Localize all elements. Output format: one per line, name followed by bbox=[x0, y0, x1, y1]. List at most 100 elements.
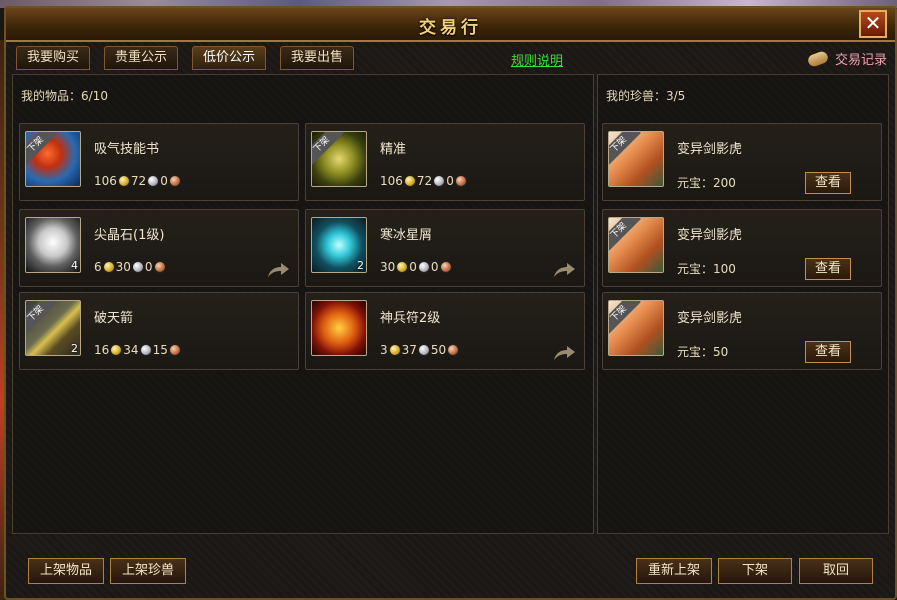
scroll-icon bbox=[805, 48, 831, 68]
arrow-icon: 下架 2 bbox=[25, 300, 81, 356]
item-card[interactable]: 4 尖晶石(1级) 6 30 0 bbox=[19, 209, 299, 287]
gold-coin-icon bbox=[403, 175, 416, 187]
tiger-pet-icon: 下架 bbox=[608, 131, 664, 187]
pet-name: 变异剑影虎 bbox=[677, 228, 743, 243]
pet-price: 元宝：50 bbox=[677, 345, 729, 359]
item-card[interactable]: 2 寒冰星屑 30 0 0 bbox=[305, 209, 585, 287]
pets-panel: 我的珍兽：3/5 下架 变异剑影虎 元宝：200 查看 下架 变异剑影虎 元宝：… bbox=[597, 74, 889, 534]
list-pet-button[interactable]: 上架珍兽 bbox=[110, 558, 186, 584]
copper-coin-icon bbox=[454, 175, 467, 187]
item-count: 2 bbox=[71, 342, 78, 355]
silver-coin-icon bbox=[417, 261, 430, 273]
gold-coin-icon bbox=[110, 344, 123, 356]
gold-coin-icon bbox=[388, 344, 401, 356]
pet-card[interactable]: 下架 变异剑影虎 元宝：200 查看 bbox=[602, 123, 882, 201]
pet-card[interactable]: 下架 变异剑影虎 元宝：100 查看 bbox=[602, 209, 882, 287]
gold-amount: 30 bbox=[380, 260, 396, 274]
delist-badge: 下架 bbox=[609, 132, 641, 167]
pet-price: 元宝：200 bbox=[677, 176, 736, 190]
silver-coin-icon bbox=[433, 175, 446, 187]
skill-book-icon: 下架 bbox=[25, 131, 81, 187]
gold-amount: 106 bbox=[94, 174, 117, 188]
copper-coin-icon bbox=[153, 261, 166, 273]
share-arrow-icon[interactable] bbox=[552, 345, 576, 361]
item-count: 4 bbox=[71, 259, 78, 272]
silver-amount: 30 bbox=[115, 260, 131, 274]
delist-badge: 下架 bbox=[26, 301, 58, 336]
view-pet-button[interactable]: 查看 bbox=[805, 172, 851, 194]
silver-amount: 34 bbox=[123, 343, 139, 357]
gold-coin-icon bbox=[117, 175, 130, 187]
delist-badge: 下架 bbox=[609, 301, 641, 336]
rules-link[interactable]: 规则说明 bbox=[511, 50, 563, 69]
item-price: 30 0 0 bbox=[380, 260, 453, 274]
tab-buy[interactable]: 我要购买 bbox=[16, 46, 91, 70]
dragon-talisman-icon bbox=[311, 300, 367, 356]
delist-badge: 下架 bbox=[312, 132, 344, 167]
item-name: 精准 bbox=[380, 142, 407, 157]
view-pet-button[interactable]: 查看 bbox=[805, 341, 851, 363]
gold-amount: 6 bbox=[94, 260, 102, 274]
silver-amount: 72 bbox=[416, 174, 433, 188]
copper-amount: 0 bbox=[144, 260, 153, 274]
trade-log-button[interactable]: 交易记录 bbox=[805, 46, 887, 70]
gold-amount: 3 bbox=[380, 343, 388, 357]
item-price: 3 37 50 bbox=[380, 343, 460, 357]
copper-amount: 15 bbox=[152, 343, 168, 357]
copper-amount: 0 bbox=[430, 260, 439, 274]
copper-coin-icon bbox=[168, 175, 181, 187]
trade-window: 交易行 ✕ 我要购买 贵重公示 低价公示 我要出售 规则说明 交易记录 我的物品… bbox=[4, 6, 897, 600]
tab-sell[interactable]: 我要出售 bbox=[280, 46, 355, 70]
list-item-button[interactable]: 上架物品 bbox=[28, 558, 104, 584]
pet-card[interactable]: 下架 变异剑影虎 元宝：50 查看 bbox=[602, 292, 882, 370]
copper-coin-icon bbox=[447, 344, 460, 356]
title-bar: 交易行 ✕ bbox=[6, 8, 895, 42]
item-name: 神兵符2级 bbox=[380, 311, 441, 326]
item-name: 尖晶石(1级) bbox=[94, 228, 165, 243]
gold-coin-icon bbox=[396, 261, 409, 273]
item-count: 2 bbox=[357, 259, 364, 272]
silver-coin-icon bbox=[131, 261, 144, 273]
item-price: 106 72 0 bbox=[380, 174, 468, 188]
copper-amount: 0 bbox=[446, 174, 454, 188]
items-panel-title: 我的物品：6/10 bbox=[21, 89, 108, 103]
view-pet-button[interactable]: 查看 bbox=[805, 258, 851, 280]
delist-button[interactable]: 下架 bbox=[718, 558, 792, 584]
share-arrow-icon[interactable] bbox=[266, 262, 290, 278]
silver-coin-icon bbox=[417, 344, 430, 356]
tab-low-price[interactable]: 低价公示 bbox=[192, 46, 267, 70]
item-card[interactable]: 下架 2 破天箭 16 34 15 bbox=[19, 292, 299, 370]
gem-icon: 4 bbox=[25, 217, 81, 273]
item-card[interactable]: 下架 精准 106 72 0 bbox=[305, 123, 585, 201]
delist-badge: 下架 bbox=[609, 218, 641, 253]
item-name: 吸气技能书 bbox=[94, 142, 160, 157]
retrieve-button[interactable]: 取回 bbox=[799, 558, 873, 584]
silver-amount: 72 bbox=[130, 174, 147, 188]
pet-price: 元宝：100 bbox=[677, 262, 736, 276]
pets-panel-title: 我的珍兽：3/5 bbox=[606, 89, 686, 103]
copper-coin-icon bbox=[439, 261, 452, 273]
copper-coin-icon bbox=[168, 344, 181, 356]
relist-button[interactable]: 重新上架 bbox=[636, 558, 712, 584]
tab-valuable[interactable]: 贵重公示 bbox=[104, 46, 179, 70]
silver-coin-icon bbox=[139, 344, 152, 356]
ice-dust-icon: 2 bbox=[311, 217, 367, 273]
trade-log-label: 交易记录 bbox=[834, 52, 887, 68]
item-card[interactable]: 神兵符2级 3 37 50 bbox=[305, 292, 585, 370]
gold-coin-icon bbox=[102, 261, 115, 273]
tiger-pet-icon: 下架 bbox=[608, 217, 664, 273]
share-arrow-icon[interactable] bbox=[552, 262, 576, 278]
item-price: 16 34 15 bbox=[94, 343, 182, 357]
window-title: 交易行 bbox=[419, 18, 482, 38]
item-price: 6 30 0 bbox=[94, 260, 167, 274]
item-name: 破天箭 bbox=[94, 311, 134, 326]
compass-icon: 下架 bbox=[311, 131, 367, 187]
copper-amount: 50 bbox=[430, 343, 447, 357]
silver-coin-icon bbox=[147, 175, 160, 187]
item-card[interactable]: 下架 吸气技能书 106 72 0 bbox=[19, 123, 299, 201]
silver-amount: 0 bbox=[409, 260, 417, 274]
item-price: 106 72 0 bbox=[94, 174, 182, 188]
item-name: 寒冰星屑 bbox=[380, 228, 433, 243]
pet-name: 变异剑影虎 bbox=[677, 142, 743, 157]
close-button[interactable]: ✕ bbox=[859, 10, 887, 38]
